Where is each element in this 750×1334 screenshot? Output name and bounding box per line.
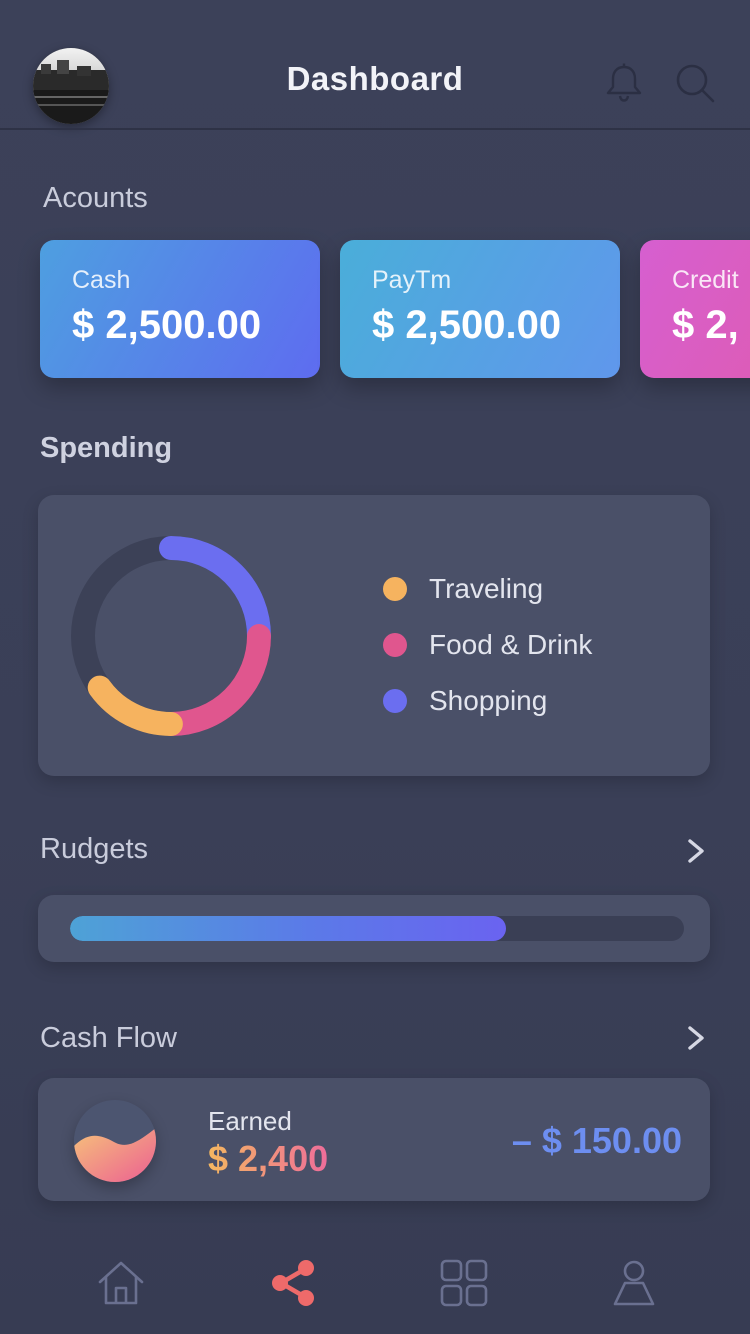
accounts-heading: Acounts (43, 182, 148, 214)
budget-card[interactable] (38, 895, 710, 962)
earned-amount: $ 2,400 (208, 1138, 329, 1179)
legend-label: Food & Drink (429, 629, 593, 660)
legend-item: Shopping (383, 673, 592, 729)
account-card-paytm[interactable]: PayTm $ 2,500.00 (340, 240, 620, 378)
bell-icon[interactable] (603, 62, 645, 104)
budget-progress-track (70, 916, 684, 941)
account-card-credit[interactable]: Credit $ 2, (640, 240, 750, 378)
budget-progress-fill (70, 916, 506, 941)
account-card-cash[interactable]: Cash $ 2,500.00 (40, 240, 320, 378)
spending-donut-chart (71, 536, 271, 736)
cashflow-heading: Cash Flow (40, 1022, 177, 1054)
account-label: Credit (672, 266, 739, 294)
legend-label: Traveling (429, 573, 544, 604)
share-icon[interactable] (268, 1258, 318, 1308)
chevron-right-icon[interactable] (681, 836, 711, 866)
legend-label: Shopping (429, 685, 548, 716)
budgets-heading: Rudgets (40, 833, 149, 865)
legend-dot (383, 577, 407, 601)
chevron-right-icon[interactable] (681, 1023, 711, 1053)
search-icon[interactable] (674, 62, 716, 104)
spending-card[interactable]: Traveling Food & Drink Shopping (38, 495, 710, 776)
bottom-tab-bar (0, 1240, 750, 1334)
earned-label: Earned (208, 1106, 292, 1136)
wave-icon (74, 1100, 156, 1182)
cashflow-card[interactable]: Earned $ 2,400 – $ 150.00 (38, 1078, 710, 1201)
header: Dashboard (0, 0, 750, 130)
grid-icon[interactable] (439, 1258, 489, 1308)
home-icon[interactable] (96, 1258, 146, 1308)
app-screen: Dashboard Acounts Cash $ 2,500.00 PayTm … (0, 0, 750, 1334)
spending-legend: Traveling Food & Drink Shopping (383, 561, 592, 729)
legend-dot (383, 633, 407, 657)
account-amount: $ 2,500.00 (372, 303, 562, 347)
header-divider (0, 128, 750, 130)
legend-dot (383, 689, 407, 713)
spending-heading: Spending (40, 432, 173, 464)
legend-item: Food & Drink (383, 617, 592, 673)
legend-item: Traveling (383, 561, 592, 617)
profile-icon[interactable] (609, 1258, 659, 1308)
account-amount: $ 2,500.00 (72, 303, 262, 347)
account-amount: $ 2, (672, 303, 739, 347)
account-label: Cash (72, 266, 131, 294)
account-label: PayTm (372, 266, 452, 294)
net-flow-amount: – $ 150.00 (511, 1120, 682, 1161)
